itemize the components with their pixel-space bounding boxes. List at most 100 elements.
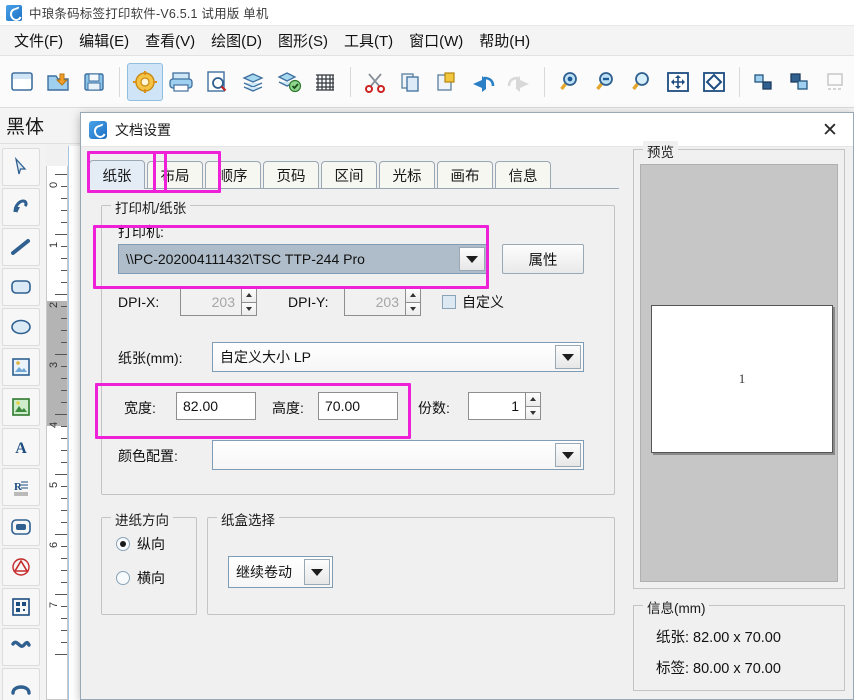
dialog-title: 文档设置 bbox=[115, 121, 171, 138]
paper-label: 纸张(mm): bbox=[118, 350, 183, 366]
rounded-rect-tool-icon[interactable] bbox=[2, 268, 40, 306]
feed-portrait-radio[interactable]: 纵向 bbox=[116, 534, 165, 554]
print-preview-icon[interactable] bbox=[199, 63, 235, 101]
zoom-actual-icon[interactable] bbox=[624, 63, 660, 101]
copies-label: 份数: bbox=[418, 400, 450, 416]
tab-paper[interactable]: 纸张 bbox=[89, 160, 145, 189]
cut-icon[interactable] bbox=[357, 63, 393, 101]
printer-paper-legend: 打印机/纸张 bbox=[111, 197, 191, 217]
printer-select[interactable]: \\PC-202004111432\TSC TTP-244 Pro bbox=[118, 244, 488, 274]
arc-tool-icon[interactable] bbox=[2, 668, 40, 700]
menu-bar: 文件(F) 编辑(E) 查看(V) 绘图(D) 图形(S) 工具(T) 窗口(W… bbox=[0, 26, 854, 56]
group-icon[interactable] bbox=[782, 63, 818, 101]
image-tool-icon[interactable] bbox=[2, 348, 40, 386]
node-edit-icon[interactable] bbox=[2, 188, 40, 226]
zoom-in-icon[interactable] bbox=[552, 63, 588, 101]
chevron-down-icon[interactable] bbox=[459, 247, 485, 271]
paper-select[interactable]: 自定义大小 LP bbox=[212, 342, 584, 372]
database-connect-icon[interactable] bbox=[271, 63, 307, 101]
layout-icon[interactable] bbox=[818, 63, 854, 101]
filled-rect-tool-icon[interactable] bbox=[2, 508, 40, 546]
paste-icon[interactable] bbox=[429, 63, 465, 101]
chevron-down-icon[interactable] bbox=[555, 345, 581, 369]
line-tool-icon[interactable] bbox=[2, 228, 40, 266]
checkbox-box-icon bbox=[442, 295, 456, 309]
dpix-stepper[interactable]: 203 bbox=[180, 288, 257, 316]
ellipse-tool-icon[interactable] bbox=[2, 308, 40, 346]
copy-icon[interactable] bbox=[393, 63, 429, 101]
dpiy-input[interactable]: 203 bbox=[344, 288, 406, 316]
grid-icon[interactable] bbox=[307, 63, 343, 101]
svg-text:R: R bbox=[14, 481, 23, 493]
menu-tools[interactable]: 工具(T) bbox=[336, 28, 401, 53]
menu-view[interactable]: 查看(V) bbox=[137, 28, 203, 53]
redo-icon[interactable] bbox=[501, 63, 537, 101]
width-input[interactable]: 82.00 bbox=[176, 392, 256, 420]
copies-input[interactable]: 1 bbox=[468, 392, 526, 420]
tab-canvas[interactable]: 画布 bbox=[437, 161, 493, 188]
radio-dot-icon bbox=[116, 571, 130, 585]
window-title: 中琅条码标签打印软件-V6.5.1 试用版 单机 bbox=[29, 7, 269, 21]
print-icon[interactable] bbox=[163, 63, 199, 101]
zoom-out-icon[interactable] bbox=[588, 63, 624, 101]
dpix-label: DPI-X: bbox=[118, 294, 160, 310]
dpiy-label: DPI-Y: bbox=[288, 294, 329, 310]
printer-properties-button[interactable]: 属性 bbox=[502, 244, 584, 274]
info-paper-size: 纸张: 82.00 x 70.00 bbox=[656, 630, 781, 646]
font-name-label[interactable]: 黑体 bbox=[6, 112, 44, 139]
tray-selection-legend: 纸盒选择 bbox=[217, 509, 279, 529]
chevron-down-icon[interactable] bbox=[304, 559, 330, 585]
triangle-tool-icon[interactable] bbox=[2, 548, 40, 586]
ruler-mark: 6 bbox=[48, 541, 60, 548]
preview-area[interactable]: 1 bbox=[640, 164, 838, 582]
info-label-size: 标签: 80.00 x 70.00 bbox=[656, 661, 781, 677]
tab-info[interactable]: 信息 bbox=[495, 161, 551, 188]
copies-spin-buttons[interactable] bbox=[526, 392, 541, 420]
menu-shape[interactable]: 图形(S) bbox=[270, 28, 336, 53]
open-file-icon[interactable] bbox=[40, 63, 76, 101]
picture-tool-icon[interactable] bbox=[2, 388, 40, 426]
toolbar-separator bbox=[349, 66, 350, 97]
menu-file[interactable]: 文件(F) bbox=[6, 28, 71, 53]
dpiy-stepper[interactable]: 203 bbox=[344, 288, 421, 316]
tab-layout[interactable]: 布局 bbox=[147, 161, 203, 188]
menu-draw[interactable]: 绘图(D) bbox=[203, 28, 270, 53]
tab-order[interactable]: 顺序 bbox=[205, 161, 261, 188]
menu-help[interactable]: 帮助(H) bbox=[471, 28, 538, 53]
preview-page: 1 bbox=[651, 305, 833, 453]
tab-page-number[interactable]: 页码 bbox=[263, 161, 319, 188]
menu-edit[interactable]: 编辑(E) bbox=[71, 28, 137, 53]
window-titlebar: 中琅条码标签打印软件-V6.5.1 试用版 单机 bbox=[0, 0, 854, 26]
menu-window[interactable]: 窗口(W) bbox=[401, 28, 471, 53]
custom-dpi-label: 自定义 bbox=[462, 294, 504, 310]
fit-width-icon[interactable] bbox=[696, 63, 732, 101]
tab-cursor[interactable]: 光标 bbox=[379, 161, 435, 188]
select-arrow-icon[interactable] bbox=[2, 148, 40, 186]
tab-range[interactable]: 区间 bbox=[321, 161, 377, 188]
document-settings-icon[interactable] bbox=[126, 62, 163, 101]
text-tool-icon[interactable]: A bbox=[2, 428, 40, 466]
database-icon[interactable] bbox=[235, 63, 271, 101]
fit-page-icon[interactable] bbox=[660, 63, 696, 101]
ruler-mark: 0 bbox=[48, 181, 60, 188]
align-icon[interactable] bbox=[746, 63, 782, 101]
dpix-spin-buttons[interactable] bbox=[242, 288, 257, 316]
chevron-down-icon[interactable] bbox=[555, 443, 581, 467]
height-label: 高度: bbox=[272, 400, 304, 416]
undo-icon[interactable] bbox=[465, 63, 501, 101]
barcode-tool-icon[interactable]: R bbox=[2, 468, 40, 506]
dpiy-spin-buttons[interactable] bbox=[406, 288, 421, 316]
custom-dpi-checkbox[interactable]: 自定义 bbox=[442, 292, 504, 312]
new-document-icon[interactable] bbox=[4, 63, 40, 101]
qrcode-tool-icon[interactable] bbox=[2, 588, 40, 626]
tray-select[interactable]: 继续卷动 bbox=[228, 556, 333, 588]
copies-stepper[interactable]: 1 bbox=[468, 392, 541, 420]
feed-landscape-radio[interactable]: 横向 bbox=[116, 568, 165, 588]
height-input[interactable]: 70.00 bbox=[318, 392, 398, 420]
dpix-input[interactable]: 203 bbox=[180, 288, 242, 316]
save-icon[interactable] bbox=[76, 63, 112, 101]
close-icon[interactable]: ✕ bbox=[817, 117, 843, 143]
curve-tool-icon[interactable] bbox=[2, 628, 40, 666]
color-config-select[interactable] bbox=[212, 440, 584, 470]
toolbar-separator bbox=[544, 66, 545, 97]
